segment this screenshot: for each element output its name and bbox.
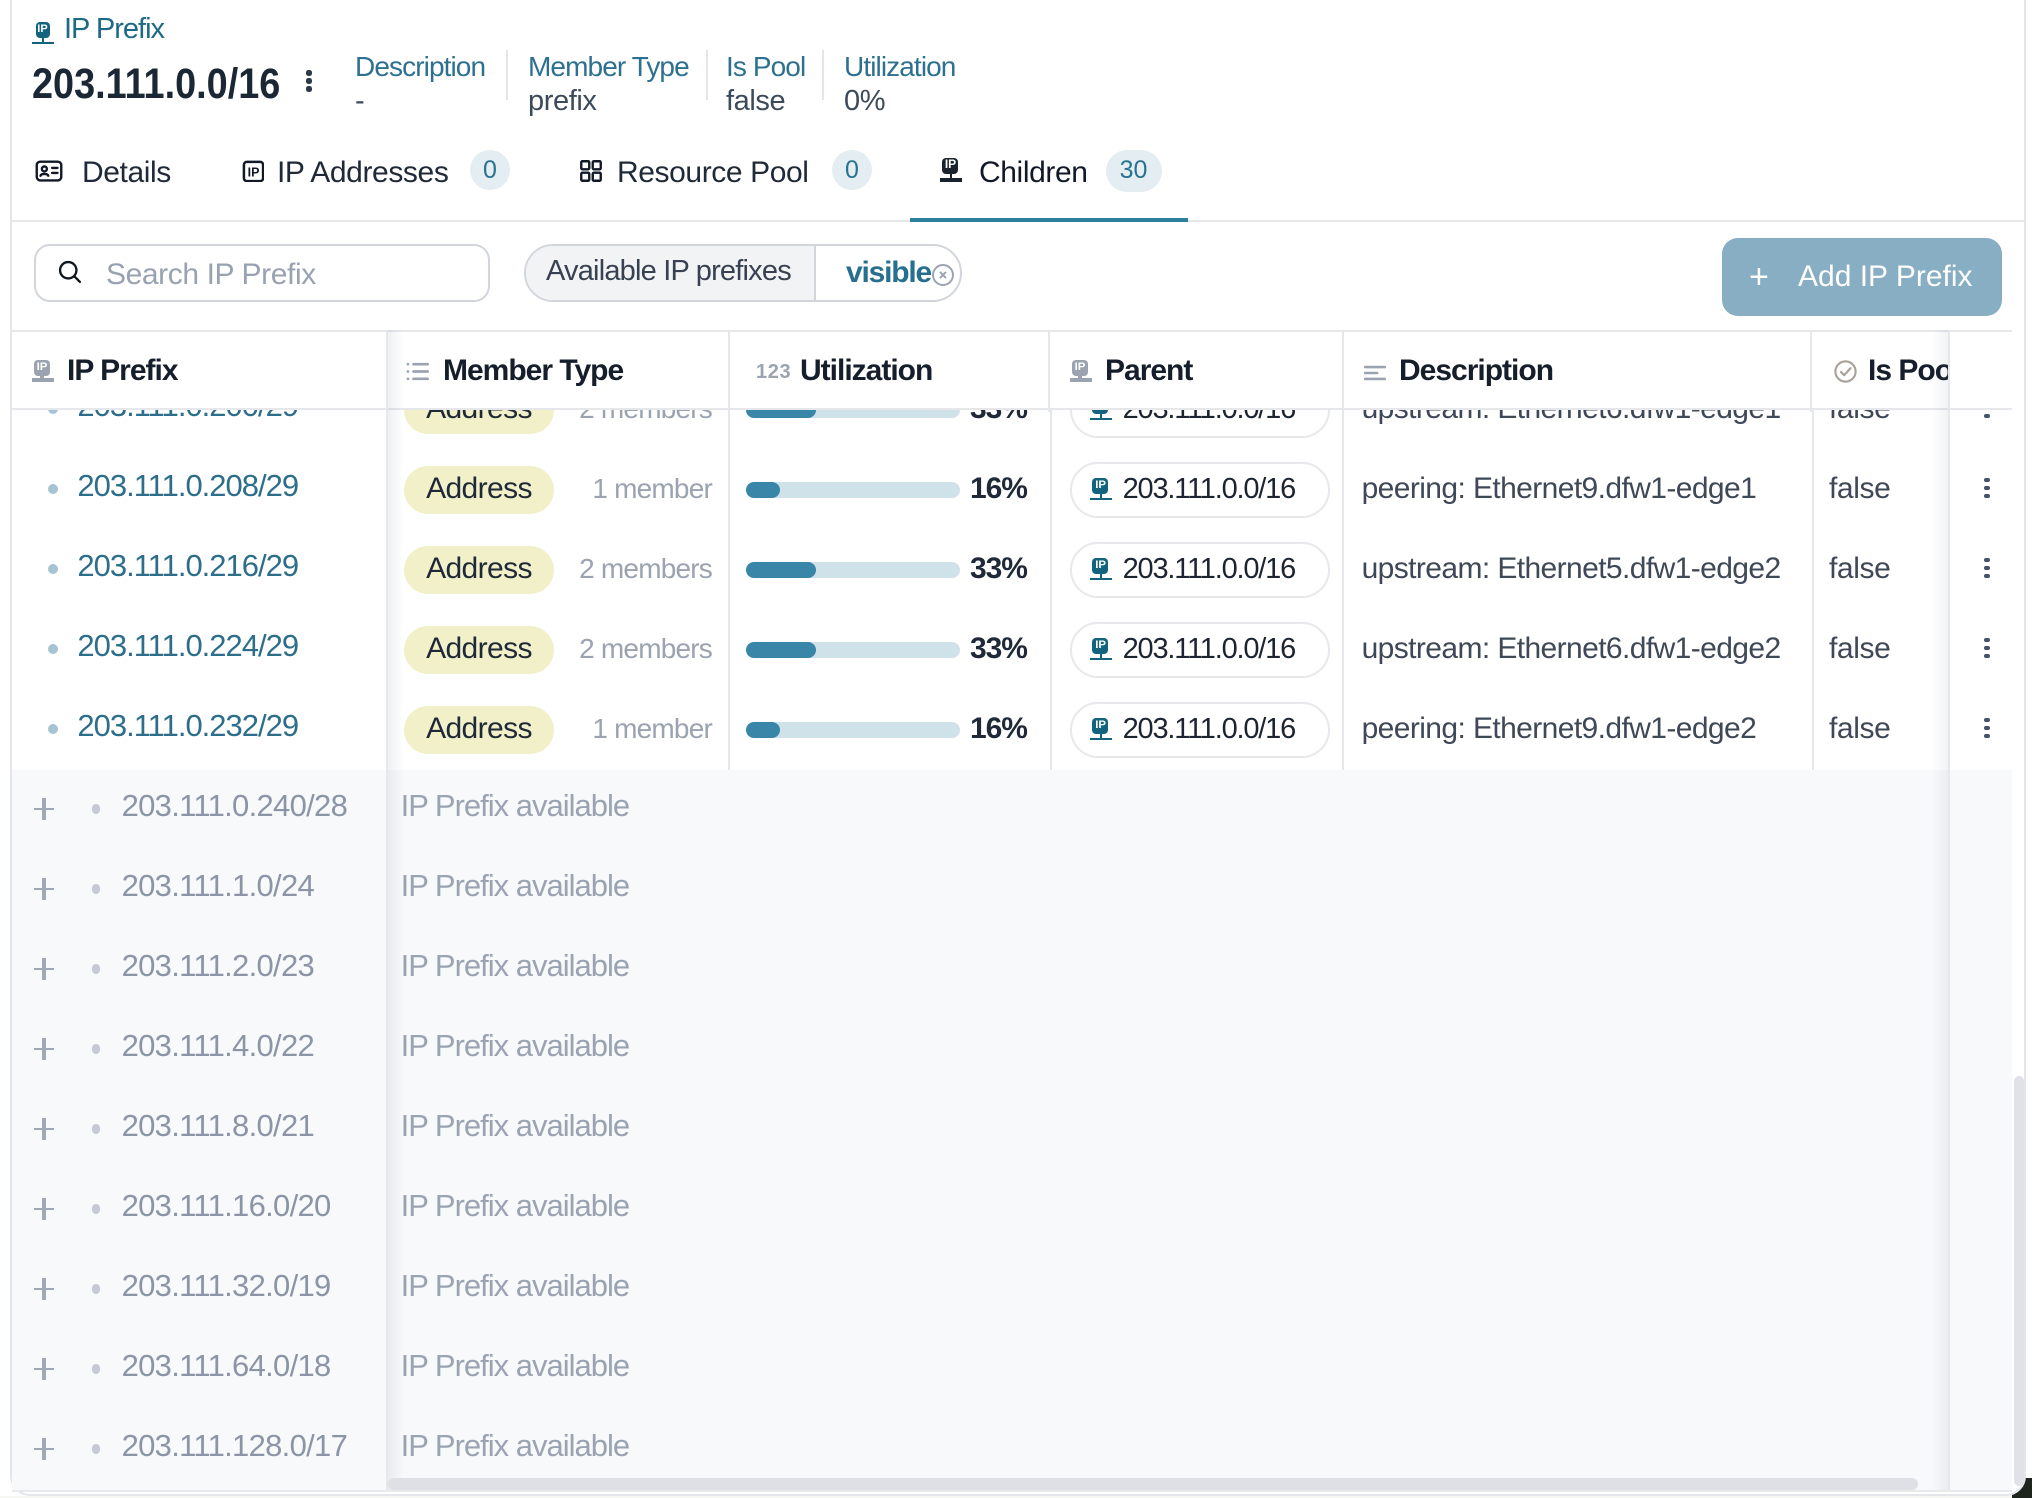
svg-text:IP: IP — [247, 164, 259, 178]
